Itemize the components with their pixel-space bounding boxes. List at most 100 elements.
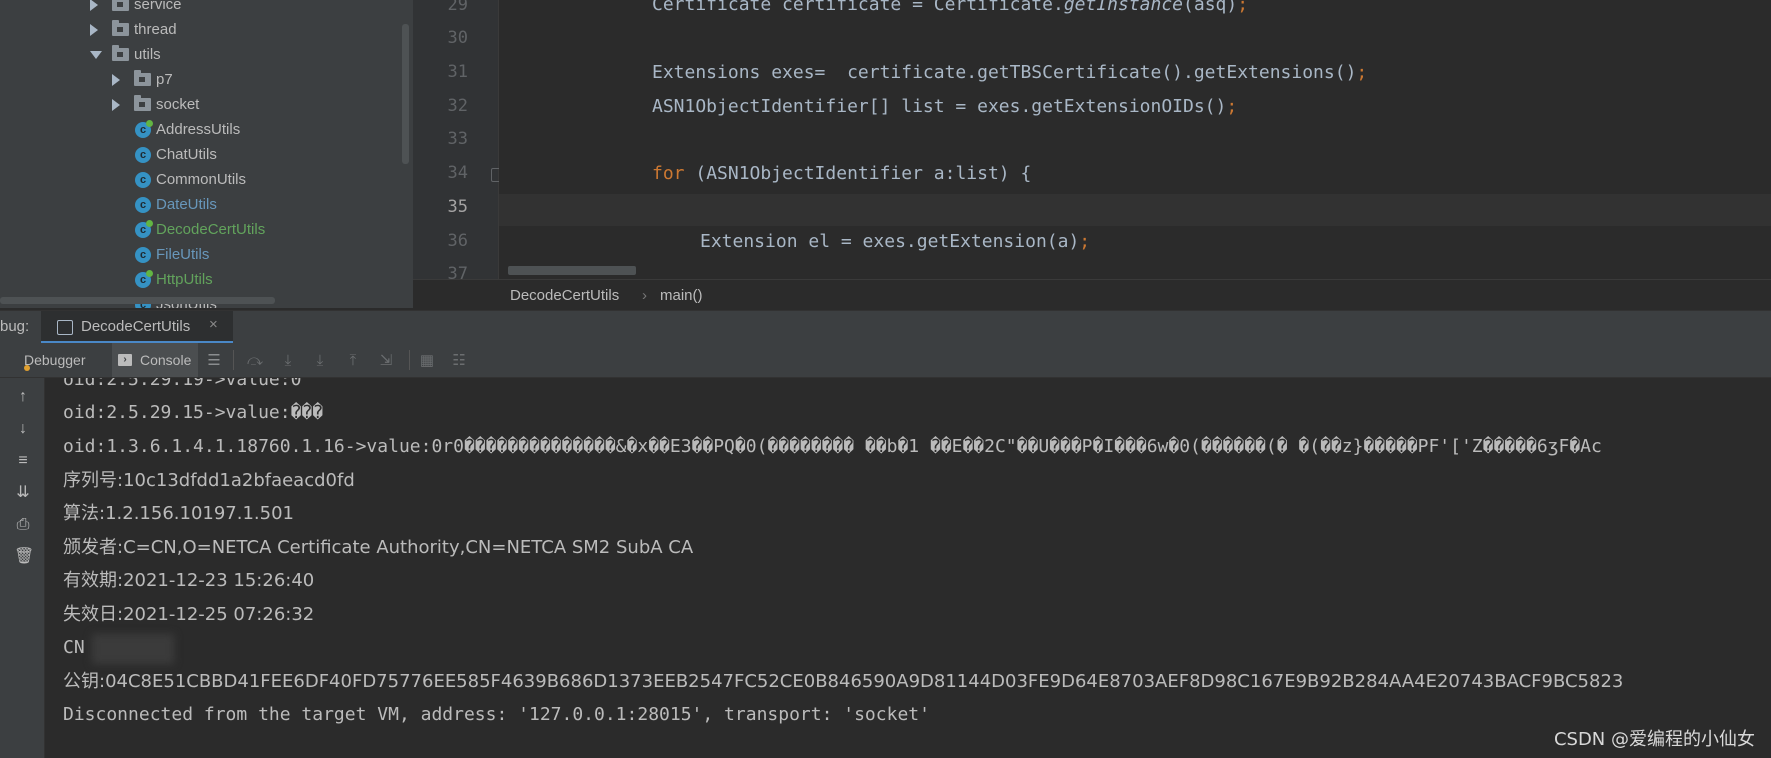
soft-wrap-icon[interactable]: ≡ [14, 452, 32, 470]
console-line: oid:2.5.29.19->value:0 [63, 378, 302, 390]
console-line: oid:2.5.29.15->value:��� [63, 402, 324, 423]
run-to-cursor-icon[interactable]: ⇲ [377, 352, 395, 370]
breadcrumb-separator-icon: › [642, 287, 647, 304]
line-number: 30 [447, 28, 468, 48]
tree-item-label: DecodeCertUtils [156, 221, 266, 238]
close-icon[interactable]: × [209, 316, 218, 333]
console-line: 有效期:2021-12-23 15:26:40 [63, 570, 315, 591]
tree-item[interactable]: c AddressUtils [0, 117, 400, 142]
tab-label: DecodeCertUtils [81, 318, 191, 335]
breadcrumb: DecodeCertUtils › main() [413, 279, 1771, 311]
code-line-34: for (ASN1ObjectIdentifier a:list) { [652, 163, 1032, 184]
java-class-icon: c [135, 197, 151, 213]
tab-debugger-label: Debugger [24, 352, 86, 368]
trace-icon[interactable]: ☷ [450, 352, 468, 370]
console-line: Disconnected from the target VM, address… [63, 704, 930, 725]
debug-window-label: bug: [0, 318, 30, 335]
tree-item[interactable]: socket [0, 92, 400, 117]
tree-item[interactable]: utils [0, 42, 400, 67]
run-config-icon [57, 320, 73, 335]
arrow-down-icon[interactable]: ↓ [14, 420, 32, 438]
breadcrumb-item-class[interactable]: DecodeCertUtils [510, 287, 619, 304]
step-out-icon[interactable]: ⤒ [344, 352, 362, 370]
tab-console[interactable]: › Console [112, 343, 198, 377]
tree-item-label: HttpUtils [156, 271, 213, 288]
show-execution-point-icon[interactable]: ⤼ [246, 352, 264, 370]
tree-item[interactable]: thread [0, 17, 400, 42]
console-side-toolbar: ↑ ↓ ≡ ⇊ ⎙ 🗑 [0, 378, 45, 758]
tree-vertical-scrollbar[interactable] [402, 24, 409, 164]
console-line: 颁发者:C=CN,O=NETCA Certificate Authority,C… [63, 537, 694, 558]
debugger-status-icon [24, 365, 30, 371]
line-number: 32 [447, 96, 468, 116]
tab-debug-session[interactable]: DecodeCertUtils × [41, 311, 233, 344]
project-tree-panel: service thread utils p7 socket c AddressUtils c… [0, 0, 413, 308]
current-line-highlight [499, 194, 1771, 226]
chevron-right-icon[interactable] [90, 24, 98, 36]
tree-item[interactable]: c DecodeCertUtils [0, 217, 400, 242]
tree-item[interactable]: c CommonUtils [0, 167, 400, 192]
new-file-badge-icon [146, 220, 153, 227]
tree-item-label: p7 [156, 71, 173, 88]
tree-item-label: service [134, 0, 182, 13]
java-class-icon: c [135, 172, 151, 188]
java-class-icon: c [135, 220, 153, 238]
console-output[interactable]: oid:2.5.29.19->value:0 oid:2.5.29.15->va… [45, 378, 1771, 758]
tab-console-label: Console [140, 352, 192, 368]
scroll-to-end-icon[interactable]: ⇊ [14, 484, 32, 502]
line-number: 33 [447, 129, 468, 149]
chevron-right-icon[interactable] [90, 0, 98, 11]
line-number-current: 35 [447, 197, 468, 217]
folder-icon [112, 0, 129, 11]
tree-item-label: DateUtils [156, 196, 217, 213]
tree-item-label: thread [134, 21, 177, 38]
console-line: 失效日:2021-12-25 07:26:32 [63, 604, 315, 625]
toolbar-separator [233, 350, 234, 370]
tree-item-label: CommonUtils [156, 171, 247, 188]
code-line-32: ASN1ObjectIdentifier[] list = exes.getEx… [652, 96, 1238, 117]
java-class-icon: c [135, 270, 153, 288]
console-line: 算法:1.2.156.10197.1.501 [63, 503, 295, 524]
chevron-right-icon[interactable] [112, 74, 120, 86]
tree-item-label: FileUtils [156, 246, 210, 263]
tree-item[interactable]: service [0, 0, 400, 17]
folder-icon [134, 70, 151, 86]
toolbar-separator [409, 350, 410, 370]
debug-tool-window-header: bug: DecodeCertUtils × [0, 310, 1771, 344]
evaluate-expression-icon[interactable]: ▦ [418, 352, 436, 370]
tree-item-label: socket [156, 96, 200, 113]
tree-item-label: utils [134, 46, 161, 63]
tree-item-label: AddressUtils [156, 121, 241, 138]
chevron-right-icon[interactable] [112, 99, 120, 111]
print-icon[interactable]: ⎙ [14, 516, 32, 534]
code-editor[interactable]: Certificate certificate = Certificate.ge… [499, 0, 1771, 279]
editor-horizontal-scrollbar[interactable] [508, 266, 636, 275]
tab-debugger[interactable]: Debugger [24, 343, 86, 377]
new-file-badge-icon [146, 270, 153, 277]
tree-item[interactable]: c DateUtils [0, 192, 400, 217]
java-class-icon: c [135, 147, 151, 163]
menu-icon[interactable]: ☰ [205, 352, 223, 370]
editor-gutter: 29 30 31 32 33 34 35 36 37 [413, 0, 499, 284]
line-number: 34 [447, 163, 468, 183]
line-number: 31 [447, 62, 468, 82]
redacted-blur [92, 634, 174, 664]
new-file-badge-icon [146, 120, 153, 127]
console-line: oid:1.3.6.1.4.1.18760.1.16->value:0r0���… [63, 436, 1602, 457]
tree-item[interactable]: c FileUtils [0, 242, 400, 267]
java-class-icon: c [135, 120, 153, 138]
tree-horizontal-scrollbar[interactable] [0, 297, 275, 304]
step-into-icon[interactable]: ⤓ [311, 352, 329, 370]
tree-item[interactable]: p7 [0, 67, 400, 92]
step-over-icon[interactable]: ⤓ [279, 352, 297, 370]
code-line-31: Extensions exes= certificate.getTBSCerti… [652, 62, 1368, 83]
tree-item[interactable]: c HttpUtils [0, 267, 400, 292]
breadcrumb-item-method[interactable]: main() [660, 287, 703, 304]
chevron-down-icon[interactable] [90, 51, 102, 59]
tree-item[interactable]: c ChatUtils [0, 142, 400, 167]
arrow-up-icon[interactable]: ↑ [14, 388, 32, 406]
code-line-29: Certificate certificate = Certificate.ge… [652, 0, 1249, 15]
trash-icon[interactable]: 🗑 [14, 548, 34, 566]
console-line: 序列号:10c13dfdd1a2bfaeacd0fd [63, 470, 355, 491]
folder-icon [134, 95, 151, 111]
